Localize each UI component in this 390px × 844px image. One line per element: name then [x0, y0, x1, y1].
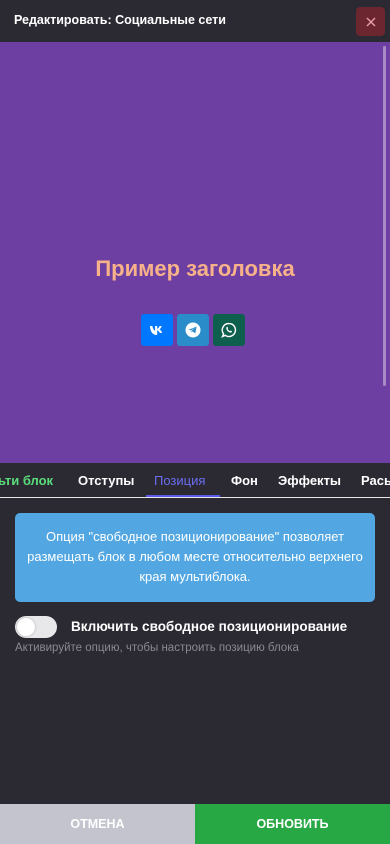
tab-position[interactable]: Позиция — [154, 473, 205, 488]
vk-icon — [150, 325, 163, 335]
preview-scrollbar[interactable] — [383, 46, 386, 386]
close-button[interactable] — [356, 7, 385, 36]
telegram-button[interactable] — [177, 314, 209, 346]
tab-padding[interactable]: Отступы — [78, 473, 134, 488]
settings-tabs: ьти блок Отступы Позиция Фон Эффекты Рас… — [0, 463, 390, 498]
tab-multiblock[interactable]: ьти блок — [0, 473, 53, 488]
close-icon — [366, 17, 375, 26]
toggle-knob — [17, 618, 35, 636]
info-message: Опция "свободное позиционирование" позво… — [15, 513, 375, 602]
modal-header: Редактировать: Социальные сети — [0, 0, 390, 42]
preview-heading: Пример заголовка — [95, 256, 295, 281]
telegram-icon — [185, 322, 201, 338]
block-preview: Пример заголовка — [0, 42, 390, 463]
free-position-toggle[interactable] — [15, 616, 57, 638]
update-button[interactable]: ОБНОВИТЬ — [195, 804, 390, 844]
modal-title: Редактировать: Социальные сети — [14, 13, 226, 27]
whatsapp-button[interactable] — [213, 314, 245, 346]
whatsapp-icon — [221, 322, 237, 338]
toggle-label: Включить свободное позиционирование — [71, 619, 348, 634]
social-icons — [141, 314, 245, 346]
tab-advanced[interactable]: Рась — [361, 473, 390, 488]
active-tab-indicator — [146, 495, 220, 497]
cancel-button[interactable]: ОТМЕНА — [0, 804, 195, 844]
tab-background[interactable]: Фон — [231, 473, 258, 488]
tab-effects[interactable]: Эффекты — [278, 473, 341, 488]
toggle-hint: Активируйте опцию, чтобы настроить позиц… — [15, 642, 299, 654]
vk-button[interactable] — [141, 314, 173, 346]
